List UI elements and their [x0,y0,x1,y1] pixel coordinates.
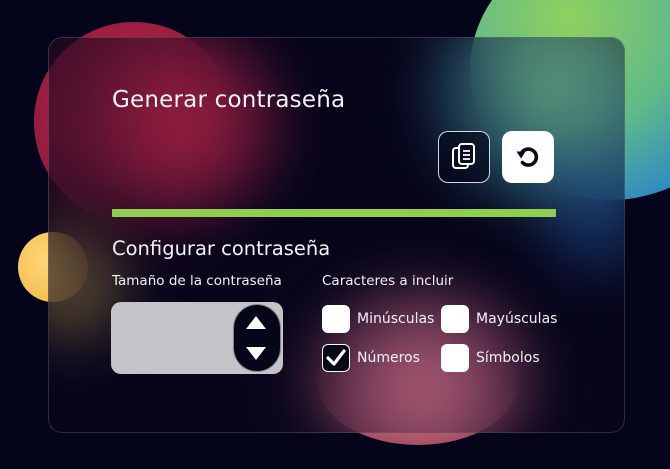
option-label-simbolos: Símbolos [476,350,540,366]
option-label-mayusculas: Mayúsculas [476,311,558,327]
checkbox-simbolos[interactable] [441,344,469,372]
checkbox-minusculas[interactable] [322,305,350,333]
password-generator-card: Generar contraseña Configurar contraseña… [48,37,625,433]
checkbox-mayusculas[interactable] [441,305,469,333]
option-simbolos[interactable]: Símbolos [441,344,540,372]
option-numeros[interactable]: Números [322,344,420,372]
length-label: Tamaño de la contraseña [112,273,282,289]
refresh-icon [516,147,539,167]
section-title: Configurar contraseña [112,237,331,260]
app-background: Generar contraseña Configurar contraseña… [0,0,670,469]
card-glow-red [79,38,299,228]
length-input[interactable] [111,302,231,374]
length-stepper [111,302,283,374]
copy-button[interactable] [438,131,490,183]
decrement-arrow-icon[interactable] [246,347,266,360]
password-strength-fill [112,209,556,217]
password-strength-bar [112,209,556,217]
page-title: Generar contraseña [112,87,346,113]
characters-label: Caracteres a incluir [322,273,454,289]
checkbox-numeros[interactable] [322,344,350,372]
stepper-controls [233,304,281,372]
refresh-button[interactable] [502,131,554,183]
checkmark-icon [326,349,346,366]
increment-arrow-icon[interactable] [246,316,266,329]
copy-document-icon [452,143,475,169]
option-label-minusculas: Minúsculas [357,311,435,327]
option-minusculas[interactable]: Minúsculas [322,305,434,333]
option-mayusculas[interactable]: Mayúsculas [441,305,557,333]
option-label-numeros: Números [357,350,420,366]
